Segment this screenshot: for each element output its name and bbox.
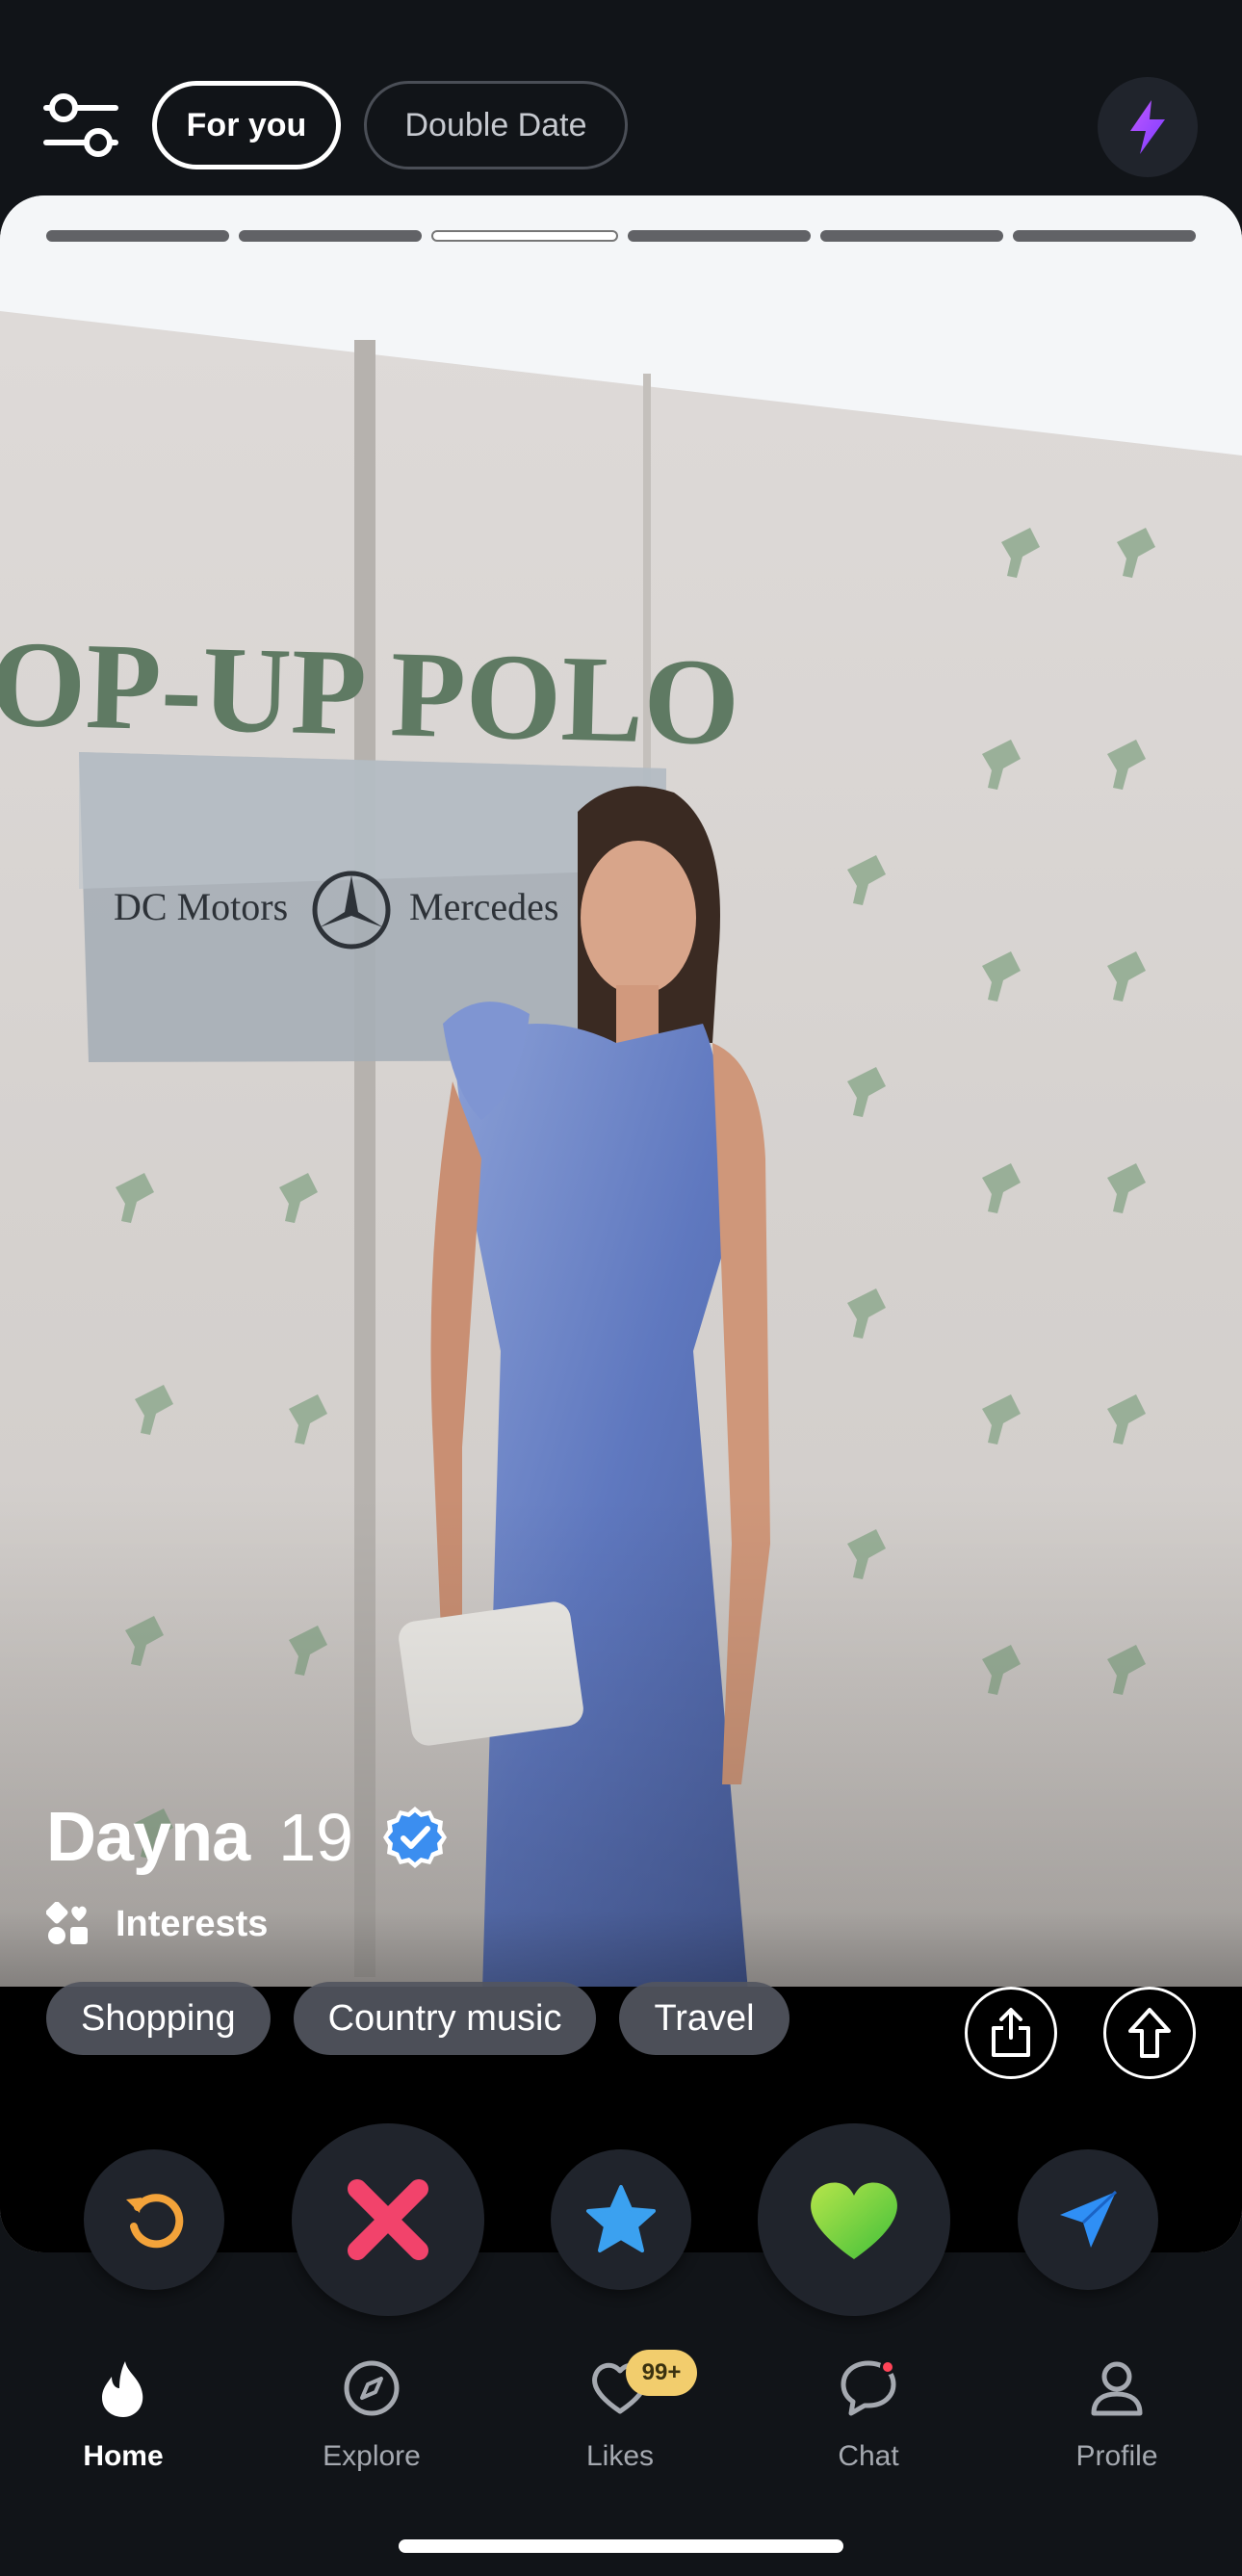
photo-indicator[interactable] [46,230,229,242]
like-button[interactable] [758,2123,950,2316]
nav-item-chat[interactable]: Chat [772,2330,965,2475]
photo-indicator[interactable] [820,230,1003,242]
photo-indicator[interactable] [628,230,811,242]
x-icon [348,2179,428,2260]
nav-item-explore[interactable]: Explore [275,2330,468,2475]
rewind-button[interactable] [84,2149,224,2290]
nav-item-likes[interactable]: 99+ Likes [524,2330,716,2475]
share-button[interactable] [965,1987,1057,2079]
interests-label: Interests [116,1903,269,1944]
photo-indicator[interactable] [239,230,422,242]
photo-sign-left: DC Motors [114,885,288,928]
photo-progress-bar [46,230,1196,242]
sliders-icon[interactable] [42,87,119,164]
nav-label-likes: Likes [585,2440,655,2472]
flame-icon [102,2361,143,2417]
boost-button[interactable] [1098,77,1198,177]
verified-badge-icon[interactable] [382,1805,448,1870]
interest-chip[interactable]: Shopping [46,1982,271,2055]
star-icon [586,2185,656,2252]
rewind-icon [126,2194,184,2249]
open-profile-button[interactable] [1103,1987,1196,2079]
send-icon [1060,2190,1118,2248]
boost-send-button[interactable] [1018,2149,1158,2290]
nav-label-explore: Explore [323,2440,421,2472]
nope-button[interactable] [292,2123,484,2316]
tab-for-you[interactable]: For you [152,81,341,169]
person-icon [1091,2361,1143,2416]
share-icon [992,2008,1030,2057]
home-indicator[interactable] [399,2539,843,2553]
super-like-button[interactable] [551,2149,691,2290]
nav-item-profile[interactable]: Profile [1021,2330,1213,2475]
nav-label-chat: Chat [838,2440,899,2472]
profile-age: 19 [278,1800,353,1875]
profile-header: Dayna 19 [46,1794,448,1881]
interests-icon [46,1902,88,1944]
action-bar [0,2123,1242,2316]
lightning-bolt-icon [1130,100,1165,154]
interest-chip[interactable]: Travel [619,1982,789,2055]
nav-label-home: Home [83,2440,164,2472]
likes-count-badge: 99+ [626,2350,697,2396]
arrow-up-icon [1128,2008,1171,2058]
photo-banner-text: OP-UP POLO [0,614,741,770]
bottom-nav: Home Explore 99+ Likes Chat Profile [0,2330,1242,2494]
interests-header: Interests [46,1895,268,1953]
photo-indicator-active[interactable] [431,230,618,242]
unread-dot [880,2359,895,2375]
photo-indicator[interactable] [1013,230,1196,242]
heart-icon [811,2182,897,2259]
compass-icon [344,2360,400,2416]
interest-chip[interactable]: Country music [293,1982,597,2055]
profile-name: Dayna [46,1799,250,1876]
tab-double-date[interactable]: Double Date [364,81,628,169]
profile-card[interactable]: OP-UP POLO DC Motors Mercedes Dayna 19 I… [0,195,1242,2252]
chat-icon-wrap [838,2357,899,2419]
nav-label-profile: Profile [1075,2440,1158,2472]
nav-item-home[interactable]: Home [27,2330,220,2475]
interest-chips: Shopping Country music Travel [46,1982,789,2055]
top-bar: For you Double Date [0,0,1242,193]
likes-icon-wrap: 99+ [589,2350,697,2419]
photo-sign-right: Mercedes [409,885,558,928]
